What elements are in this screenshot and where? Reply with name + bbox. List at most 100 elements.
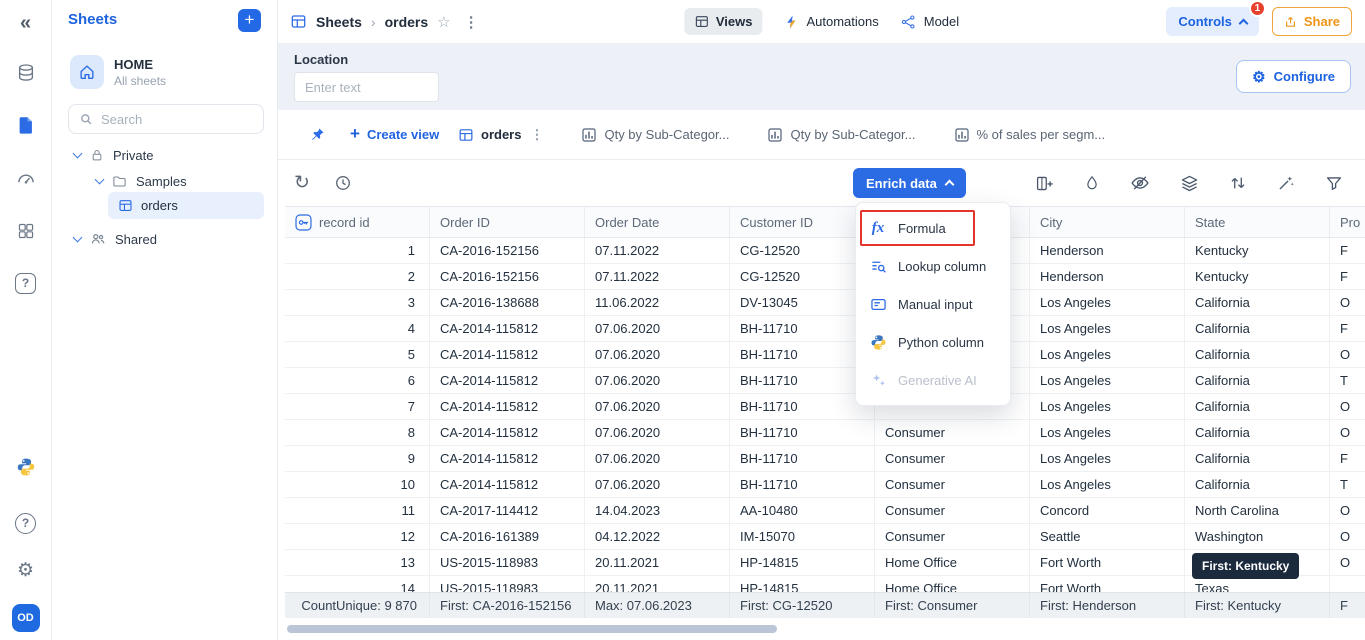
cell[interactable]: AA-10480 bbox=[730, 498, 875, 523]
cell[interactable]: 07.06.2020 bbox=[585, 472, 730, 497]
kebab-icon[interactable]: ⋮ bbox=[530, 127, 543, 143]
filter-icon[interactable] bbox=[1325, 174, 1343, 192]
menu-item-lookup-column[interactable]: Lookup column bbox=[856, 247, 1010, 285]
cell[interactable]: CA-2014-115812 bbox=[430, 316, 585, 341]
cell[interactable]: Consumer bbox=[875, 446, 1030, 471]
row-number-cell[interactable]: 2 bbox=[285, 264, 430, 289]
cell[interactable]: California bbox=[1185, 446, 1330, 471]
cell[interactable]: Los Angeles bbox=[1030, 368, 1185, 393]
view-tab[interactable]: % of sales per segm... bbox=[954, 127, 1106, 143]
cell[interactable]: BH-11710 bbox=[730, 342, 875, 367]
sidebar-item-orders[interactable]: orders bbox=[108, 192, 264, 219]
cell[interactable]: 07.06.2020 bbox=[585, 316, 730, 341]
summary-cell[interactable]: F bbox=[1330, 593, 1365, 618]
cell[interactable]: CA-2016-138688 bbox=[430, 290, 585, 315]
layers-icon[interactable] bbox=[1180, 174, 1199, 193]
row-number-cell[interactable]: 8 bbox=[285, 420, 430, 445]
user-avatar[interactable]: OD bbox=[12, 604, 40, 632]
cell[interactable]: CA-2014-115812 bbox=[430, 420, 585, 445]
sidebar-item-home[interactable]: HOME All sheets bbox=[52, 54, 277, 98]
cell[interactable]: CA-2016-161389 bbox=[430, 524, 585, 549]
apps-grid-icon[interactable] bbox=[9, 214, 43, 248]
cell[interactable]: Seattle bbox=[1030, 524, 1185, 549]
cell[interactable]: O bbox=[1330, 290, 1365, 315]
row-number-cell[interactable]: 10 bbox=[285, 472, 430, 497]
cell[interactable]: 07.11.2022 bbox=[585, 264, 730, 289]
magic-wand-icon[interactable] bbox=[1277, 174, 1295, 192]
cell[interactable]: 04.12.2022 bbox=[585, 524, 730, 549]
cell[interactable]: Consumer bbox=[875, 524, 1030, 549]
cell[interactable]: BH-11710 bbox=[730, 446, 875, 471]
sheets-nav-icon[interactable] bbox=[9, 108, 43, 142]
cell[interactable]: Kentucky bbox=[1185, 264, 1330, 289]
cell[interactable]: Henderson bbox=[1030, 264, 1185, 289]
column-header[interactable]: Order Date bbox=[585, 207, 730, 237]
cell[interactable]: Washington bbox=[1185, 524, 1330, 549]
cell[interactable]: BH-11710 bbox=[730, 316, 875, 341]
sidebar-item-shared[interactable]: Shared bbox=[52, 226, 277, 252]
settings-icon[interactable]: ⚙ bbox=[9, 553, 43, 587]
chevron-down-icon[interactable] bbox=[73, 148, 83, 158]
cell[interactable]: F bbox=[1330, 316, 1365, 341]
cell[interactable]: O bbox=[1330, 550, 1365, 575]
cell[interactable]: DV-13045 bbox=[730, 290, 875, 315]
cell[interactable]: US-2015-118983 bbox=[430, 550, 585, 575]
cell[interactable]: O bbox=[1330, 498, 1365, 523]
menu-item-formula[interactable]: fxFormula bbox=[856, 209, 1010, 247]
cell[interactable]: Consumer bbox=[875, 498, 1030, 523]
hide-columns-icon[interactable] bbox=[1130, 173, 1150, 193]
summary-cell[interactable]: Max: 07.06.2023 bbox=[585, 593, 730, 618]
column-header[interactable]: Pro bbox=[1330, 207, 1365, 237]
cell[interactable]: O bbox=[1330, 420, 1365, 445]
cell[interactable]: BH-11710 bbox=[730, 472, 875, 497]
cell[interactable]: T bbox=[1330, 472, 1365, 497]
guide-icon[interactable]: ? bbox=[9, 266, 43, 300]
row-number-cell[interactable]: 1 bbox=[285, 238, 430, 263]
cell[interactable]: Los Angeles bbox=[1030, 342, 1185, 367]
data-sources-icon[interactable] bbox=[9, 56, 43, 90]
cell[interactable]: California bbox=[1185, 316, 1330, 341]
add-column-icon[interactable] bbox=[1035, 174, 1054, 193]
cell[interactable]: CG-12520 bbox=[730, 238, 875, 263]
summary-cell[interactable]: First: CG-12520 bbox=[730, 593, 875, 618]
row-number-cell[interactable]: 4 bbox=[285, 316, 430, 341]
favorite-star-icon[interactable]: ☆ bbox=[437, 13, 450, 31]
cell[interactable]: 11.06.2022 bbox=[585, 290, 730, 315]
tab-model[interactable]: Model bbox=[901, 14, 959, 30]
cell[interactable]: California bbox=[1185, 342, 1330, 367]
column-header[interactable]: State bbox=[1185, 207, 1330, 237]
cell[interactable]: BH-11710 bbox=[730, 368, 875, 393]
cell[interactable]: O bbox=[1330, 342, 1365, 367]
cell[interactable]: 07.06.2020 bbox=[585, 420, 730, 445]
chevron-down-icon[interactable] bbox=[95, 174, 105, 184]
cell[interactable]: Consumer bbox=[875, 472, 1030, 497]
cell[interactable]: Henderson bbox=[1030, 238, 1185, 263]
cell[interactable]: F bbox=[1330, 238, 1365, 263]
cell[interactable]: Los Angeles bbox=[1030, 316, 1185, 341]
row-number-cell[interactable]: 7 bbox=[285, 394, 430, 419]
row-number-cell[interactable]: 9 bbox=[285, 446, 430, 471]
column-header[interactable]: Customer ID bbox=[730, 207, 875, 237]
cell[interactable]: CA-2014-115812 bbox=[430, 446, 585, 471]
share-button[interactable]: Share bbox=[1272, 7, 1352, 36]
horizontal-scrollbar-thumb[interactable] bbox=[287, 625, 777, 633]
refresh-icon[interactable]: ↻ bbox=[294, 172, 310, 195]
fill-color-icon[interactable] bbox=[1084, 174, 1100, 192]
row-number-cell[interactable]: 3 bbox=[285, 290, 430, 315]
menu-item-generative-ai[interactable]: Generative AI bbox=[856, 361, 1010, 399]
cell[interactable]: CA-2017-114412 bbox=[430, 498, 585, 523]
menu-item-manual-input[interactable]: Manual input bbox=[856, 285, 1010, 323]
cell[interactable]: Los Angeles bbox=[1030, 290, 1185, 315]
sidebar-item-private[interactable]: Private bbox=[52, 142, 277, 168]
sidebar-search[interactable] bbox=[68, 104, 264, 134]
location-input[interactable] bbox=[294, 72, 439, 102]
cell[interactable]: Los Angeles bbox=[1030, 472, 1185, 497]
cell[interactable]: CA-2014-115812 bbox=[430, 472, 585, 497]
summary-cell[interactable]: First: CA-2016-152156 bbox=[430, 593, 585, 618]
help-icon[interactable]: ? bbox=[9, 506, 43, 540]
row-number-cell[interactable]: 13 bbox=[285, 550, 430, 575]
cell[interactable]: BH-11710 bbox=[730, 394, 875, 419]
cell[interactable]: IM-15070 bbox=[730, 524, 875, 549]
create-view-button[interactable]: + Create view bbox=[350, 110, 439, 159]
history-icon[interactable] bbox=[334, 174, 352, 192]
